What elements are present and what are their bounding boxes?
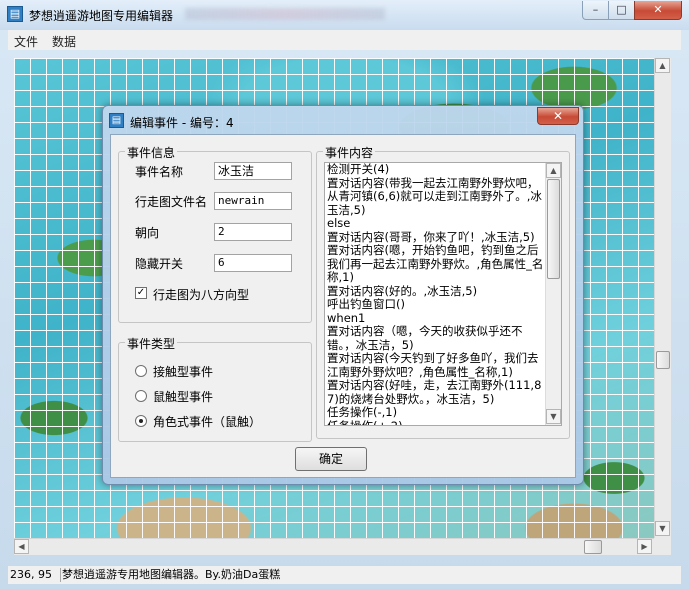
event-type-group: 事件类型 接触型事件 鼠触型事件 角色式事件（鼠触） <box>118 335 312 442</box>
hidden-switch-label: 隐藏开关 <box>135 257 184 271</box>
content-line: when1 <box>327 310 366 325</box>
close-button[interactable]: ✕ <box>634 1 682 20</box>
menu-data[interactable]: 数据 <box>52 33 76 50</box>
minimize-button[interactable]: – <box>582 1 609 20</box>
content-line: else <box>327 216 351 230</box>
hidden-switch-input[interactable]: 6 <box>214 254 292 272</box>
horizontal-scroll-thumb[interactable] <box>584 540 602 554</box>
content-line: 任务操作(+,2) <box>327 418 403 426</box>
contact-event-label: 接触型事件 <box>153 365 214 379</box>
content-line: 呼出钓鱼窗口() <box>327 297 405 311</box>
content-line: 置对话内容(今天钓到了好多鱼吖，我们去江南野外野炊吧？,角色属性_名称,1) <box>327 351 539 379</box>
blurred-title-text <box>185 8 385 20</box>
content-scroll-thumb[interactable] <box>547 179 560 279</box>
event-name-label: 事件名称 <box>135 165 184 179</box>
eight-direction-checkbox[interactable]: ✓ <box>135 287 147 299</box>
content-line: 置对话内容(带我一起去江南野外野炊吧，从青河镇(6,6)就可以走到江南野外了。,… <box>327 175 542 217</box>
vertical-scrollbar[interactable]: ▲ ▼ <box>654 58 671 538</box>
event-type-group-label: 事件类型 <box>125 335 178 352</box>
horizontal-scrollbar[interactable]: ◀ ▶ <box>14 538 654 555</box>
scroll-up-arrow-icon[interactable]: ▲ <box>655 58 670 73</box>
dialog-app-icon: ▤ <box>109 113 124 128</box>
status-coordinates: 236, 95 <box>10 568 61 582</box>
dialog-title: 编辑事件 - 编号：4 <box>130 116 234 130</box>
content-scrollbar[interactable]: ▲ ▼ <box>545 163 561 425</box>
event-content-lines: 检测开关(4) 置对话内容(带我一起去江南野外野炊吧，从青河镇(6,6)就可以走到… <box>327 162 547 426</box>
radio-character-event[interactable] <box>135 415 147 427</box>
status-bar: 236, 95 梦想逍遥游专用地图编辑器。By.奶油Da蛋糕 <box>8 566 681 584</box>
main-window: ▤ 梦想逍遥游地图专用编辑器 – □ ✕ 文件 数据 ▲ ▼ ◀ ▶ 236, … <box>0 0 689 589</box>
content-scroll-up-icon[interactable]: ▲ <box>546 163 561 178</box>
event-info-group-label: 事件信息 <box>125 144 178 161</box>
content-scroll-down-icon[interactable]: ▼ <box>546 409 561 424</box>
dialog-body: 事件信息 事件名称 冰玉洁 行走图文件名 newrain 朝向 2 隐藏开关 6… <box>110 134 576 478</box>
direction-input[interactable]: 2 <box>214 223 292 241</box>
radio-contact-event[interactable] <box>135 365 147 377</box>
menu-file[interactable]: 文件 <box>14 33 38 50</box>
content-line: 置对话内容(好的。,冰玉洁,5) <box>327 283 478 298</box>
content-line: 置对话内容(哥哥，你来了吖！,冰玉洁,5) <box>327 229 535 244</box>
scroll-corner <box>654 538 671 555</box>
ok-button[interactable]: 确定 <box>295 447 367 471</box>
event-content-group-label: 事件内容 <box>323 144 376 161</box>
event-name-input[interactable]: 冰玉洁 <box>214 162 292 180</box>
status-message: 梦想逍遥游专用地图编辑器。By.奶油Da蛋糕 <box>62 568 281 581</box>
vertical-scroll-thumb[interactable] <box>656 351 670 369</box>
edit-event-dialog: ▤ 编辑事件 - 编号：4 ✕ 事件信息 事件名称 冰玉洁 行走图文件名 new… <box>102 105 584 485</box>
radio-mouse-event[interactable] <box>135 390 147 402</box>
content-line: 置对话内容（嗯，今天的收获似乎还不错。，冰玉洁，5) <box>327 324 523 352</box>
direction-label: 朝向 <box>135 226 160 240</box>
mouse-event-label: 鼠触型事件 <box>153 390 214 404</box>
menu-bar: 文件 数据 <box>8 30 681 50</box>
eight-direction-label: 行走图为八方向型 <box>153 288 250 302</box>
scroll-down-arrow-icon[interactable]: ▼ <box>655 521 670 536</box>
scroll-left-arrow-icon[interactable]: ◀ <box>14 539 29 554</box>
dialog-close-button[interactable]: ✕ <box>537 107 579 125</box>
sprite-file-input[interactable]: newrain <box>214 192 292 210</box>
title-bar[interactable]: ▤ 梦想逍遥游地图专用编辑器 – □ ✕ <box>0 0 689 30</box>
event-content-group: 事件内容 检测开关(4) 置对话内容(带我一起去江南野外野炊吧，从青河镇(6,6)… <box>316 144 570 439</box>
window-title: 梦想逍遥游地图专用编辑器 <box>29 9 174 23</box>
content-line: 置对话内容(好哇，走，去江南野外(111,87)的烧烤台处野炊。，冰玉洁，5) <box>327 378 542 406</box>
maximize-button[interactable]: □ <box>608 1 635 20</box>
sprite-file-label: 行走图文件名 <box>135 195 208 209</box>
scroll-right-arrow-icon[interactable]: ▶ <box>637 539 652 554</box>
event-content-textarea[interactable]: 检测开关(4) 置对话内容(带我一起去江南野外野炊吧，从青河镇(6,6)就可以走到… <box>324 162 562 426</box>
content-line: 任务操作(-,1) <box>327 405 398 419</box>
character-event-label: 角色式事件（鼠触） <box>153 415 262 429</box>
content-line: 检测开关(4) <box>327 162 390 176</box>
map-editor-icon: ▤ <box>7 6 23 22</box>
event-info-group: 事件信息 事件名称 冰玉洁 行走图文件名 newrain 朝向 2 隐藏开关 6… <box>118 144 312 323</box>
content-line: 置对话内容(嗯，开始钓鱼吧，钓到鱼之后我们再一起去江南野外野炊。,角色属性_名称… <box>327 243 544 284</box>
